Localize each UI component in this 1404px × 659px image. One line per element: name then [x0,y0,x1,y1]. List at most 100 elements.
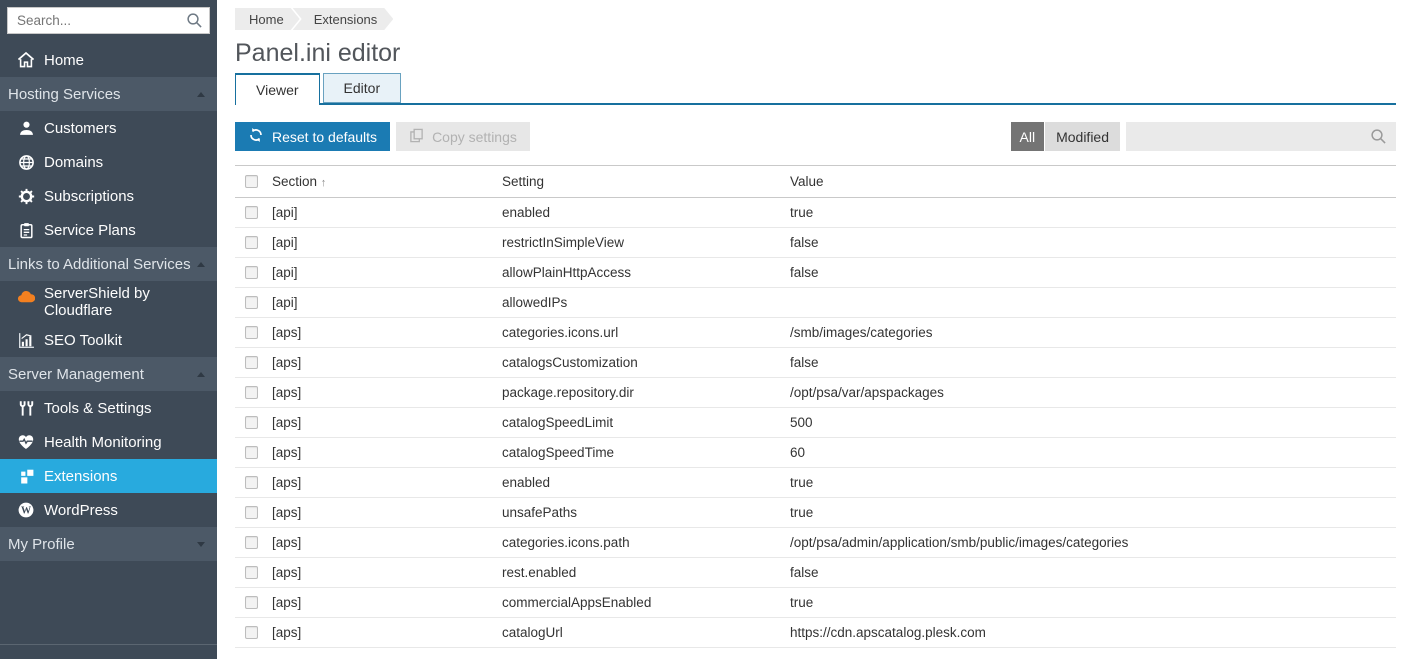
cell-value: false [790,558,1396,588]
sidebar-item-extensions[interactable]: Extensions [0,459,217,493]
cell-setting: allowPlainHttpAccess [502,258,790,288]
sidebar-item-servershield-by-cloudflare[interactable]: ServerShield by Cloudflare [0,281,217,323]
caret-down-icon [197,542,205,547]
row-checkbox[interactable] [245,266,258,279]
caret-up-icon [197,372,205,377]
cell-section: [api] [272,258,502,288]
cell-value: 60 [790,438,1396,468]
table-row: [api]enabledtrue [235,198,1396,228]
table-header-row: Section ↑ Setting Value [235,166,1396,198]
row-checkbox[interactable] [245,416,258,429]
table-row: [aps]categories.icons.url/smb/images/cat… [235,318,1396,348]
sidebar-item-service-plans[interactable]: Service Plans [0,213,217,247]
breadcrumb-item-home[interactable]: Home [235,8,300,30]
extensions-blocks-icon [17,467,35,485]
cell-section: [aps] [272,468,502,498]
cell-value: false [790,348,1396,378]
row-checkbox[interactable] [245,206,258,219]
sidebar-search [7,7,210,34]
table-search [1126,122,1396,151]
home-icon [17,51,35,69]
tab-viewer[interactable]: Viewer [235,73,320,105]
row-checkbox[interactable] [245,236,258,249]
sidebar-item-health-monitoring[interactable]: Health Monitoring [0,425,217,459]
wordpress-icon: W [17,501,35,519]
cell-setting: catalogSpeedLimit [502,408,790,438]
row-checkbox[interactable] [245,596,258,609]
row-checkbox[interactable] [245,386,258,399]
column-header-setting[interactable]: Setting [502,166,790,198]
copy-settings-button[interactable]: Copy settings [396,122,530,151]
cell-section: [aps] [272,528,502,558]
cell-section: [aps] [272,498,502,528]
row-checkbox[interactable] [245,566,258,579]
heart-pulse-icon [17,433,35,451]
caret-up-icon [197,262,205,267]
cell-section: [api] [272,198,502,228]
cell-value: /opt/psa/var/apspackages [790,378,1396,408]
cell-value: true [790,498,1396,528]
cell-section: [aps] [272,558,502,588]
toolbar: Reset to defaults Copy settings All Modi… [235,122,1396,151]
cell-setting: enabled [502,198,790,228]
table-row: [aps]catalogSpeedLimit500 [235,408,1396,438]
row-checkbox[interactable] [245,296,258,309]
sidebar-item-home[interactable]: Home [0,43,217,77]
sidebar-section-my-profile[interactable]: My Profile [0,527,217,561]
cell-setting: rest.enabled [502,558,790,588]
row-checkbox[interactable] [245,356,258,369]
filter-all-button[interactable]: All [1011,122,1045,151]
cell-setting: package.repository.dir [502,378,790,408]
sidebar-nav: HomeHosting ServicesCustomersDomainsSubs… [0,43,217,561]
sidebar-search-input[interactable] [7,7,210,34]
main-content: HomeExtensions Panel.ini editor ViewerEd… [217,0,1404,659]
cell-setting: catalogSpeedTime [502,438,790,468]
column-header-value[interactable]: Value [790,166,1396,198]
select-all-checkbox[interactable] [245,175,258,188]
sidebar-section-links-to-additional-services[interactable]: Links to Additional Services [0,247,217,281]
cell-setting: categories.icons.url [502,318,790,348]
sidebar-section-server-management[interactable]: Server Management [0,357,217,391]
column-header-section[interactable]: Section ↑ [272,166,502,198]
cell-setting: unsafePaths [502,498,790,528]
gear-icon [17,187,35,205]
cell-value [790,288,1396,318]
sidebar-bottom-partial-item[interactable] [0,644,217,659]
cell-setting: restrictInSimpleView [502,228,790,258]
cell-value: /opt/psa/admin/application/smb/public/im… [790,528,1396,558]
sort-ascending-icon: ↑ [321,177,327,189]
cloudflare-cloud-icon [17,289,35,307]
reset-to-defaults-button[interactable]: Reset to defaults [235,122,390,151]
sidebar-item-tools-settings[interactable]: Tools & Settings [0,391,217,425]
sidebar-item-seo-toolkit[interactable]: SEO Toolkit [0,323,217,357]
seo-chart-icon [17,331,35,349]
sidebar-item-customers[interactable]: Customers [0,111,217,145]
filter-modified-button[interactable]: Modified [1045,122,1120,151]
cell-section: [api] [272,288,502,318]
search-icon [186,12,203,34]
breadcrumb-item-extensions[interactable]: Extensions [293,8,394,30]
table-row: [aps]catalogSpeedTime60 [235,438,1396,468]
row-checkbox[interactable] [245,506,258,519]
cell-section: [aps] [272,588,502,618]
sidebar-section-hosting-services[interactable]: Hosting Services [0,77,217,111]
row-checkbox[interactable] [245,626,258,639]
breadcrumb: HomeExtensions [235,8,1396,30]
cell-setting: enabled [502,468,790,498]
row-checkbox[interactable] [245,326,258,339]
row-checkbox[interactable] [245,476,258,489]
table-row: [aps]package.repository.dir/opt/psa/var/… [235,378,1396,408]
table-row: [aps]rest.enabledfalse [235,558,1396,588]
cell-section: [aps] [272,378,502,408]
row-checkbox[interactable] [245,536,258,549]
row-checkbox[interactable] [245,446,258,459]
sidebar-item-subscriptions[interactable]: Subscriptions [0,179,217,213]
page-title: Panel.ini editor [235,38,1396,68]
sidebar-item-domains[interactable]: Domains [0,145,217,179]
table-search-input[interactable] [1126,122,1396,151]
cell-setting: allowedIPs [502,288,790,318]
cell-value: true [790,198,1396,228]
sidebar-item-wordpress[interactable]: WWordPress [0,493,217,527]
tab-editor[interactable]: Editor [323,73,402,103]
wrenches-icon [17,399,35,417]
